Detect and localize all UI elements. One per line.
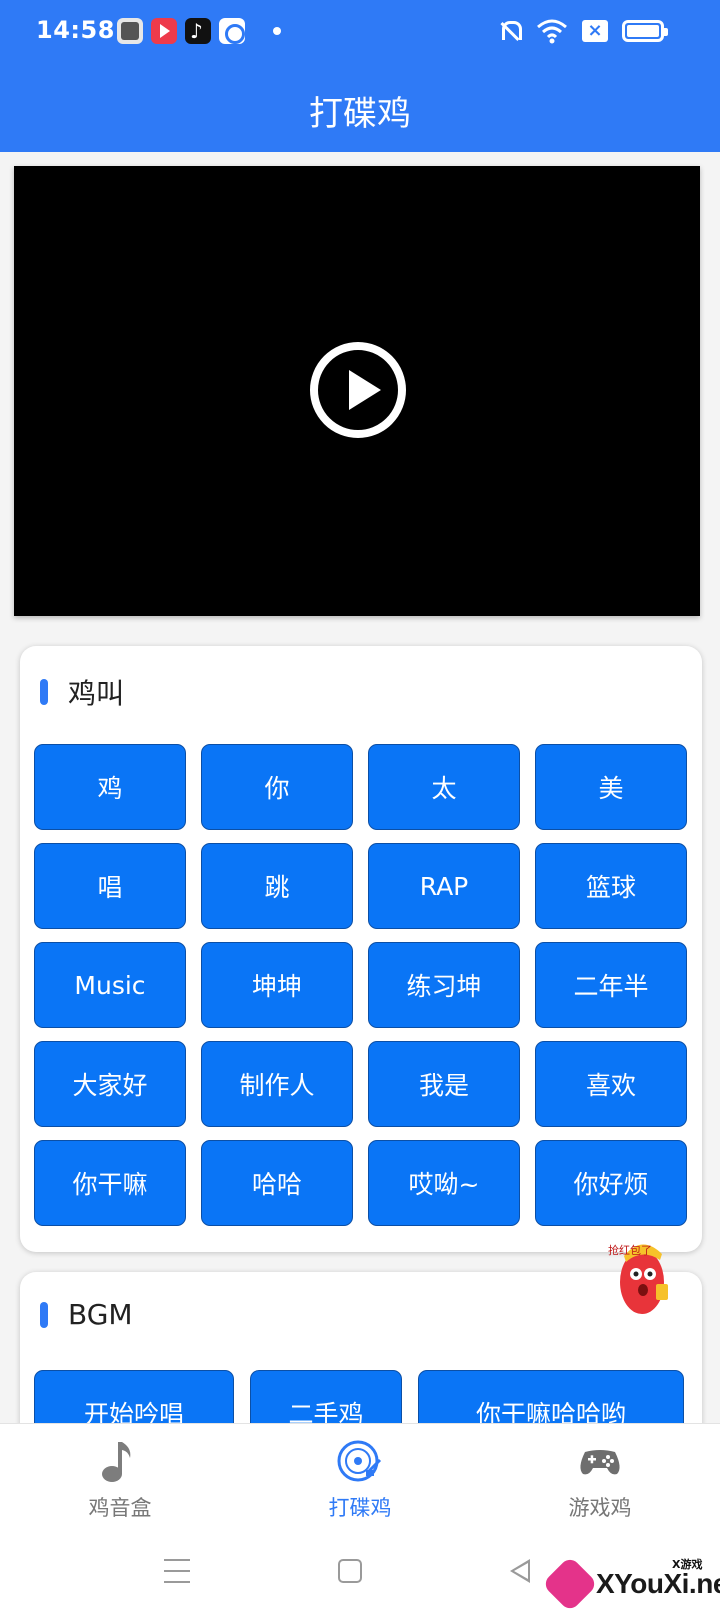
sound-button[interactable]: 美 xyxy=(535,744,687,830)
nav-item-dj-chicken[interactable]: 打碟鸡 xyxy=(260,1438,460,1522)
sound-button-grid: 鸡 你 太 美 唱 跳 RAP 篮球 Music 坤坤 练习坤 二年半 大家好 … xyxy=(34,744,687,1226)
battery-icon xyxy=(622,20,668,42)
gamepad-icon xyxy=(580,1450,620,1475)
sound-button[interactable]: 练习坤 xyxy=(368,942,520,1028)
video-app-icon xyxy=(151,18,177,44)
section-accent-bar xyxy=(40,1301,48,1328)
sound-button[interactable]: 你 xyxy=(201,744,353,830)
section-accent-bar xyxy=(40,679,48,705)
more-notifications-dot xyxy=(273,27,281,35)
back-icon[interactable] xyxy=(510,1559,530,1583)
sound-button[interactable]: 唱 xyxy=(34,843,186,929)
sound-button[interactable]: 鸡 xyxy=(34,744,186,830)
status-bar: 14:58 × xyxy=(0,0,720,66)
nav-item-game-chicken[interactable]: 游戏鸡 xyxy=(500,1438,700,1522)
watermark: X游戏 XYouXi.net xyxy=(541,1555,720,1612)
watermark-logo-icon xyxy=(541,1555,599,1612)
system-indicators: × xyxy=(496,18,668,44)
home-icon[interactable] xyxy=(338,1559,362,1583)
nav-item-music-box[interactable]: 鸡音盒 xyxy=(20,1438,220,1522)
notification-icons xyxy=(117,18,281,44)
wifi-icon xyxy=(537,19,567,44)
mute-bell-icon xyxy=(496,18,522,44)
status-time: 14:58 xyxy=(36,16,115,44)
bottom-nav: 鸡音盒 打碟鸡 游戏鸡 xyxy=(0,1423,720,1533)
badge-text: 抢红包了 xyxy=(608,1243,652,1257)
tiktok-icon xyxy=(185,18,211,44)
sound-button[interactable]: Music xyxy=(34,942,186,1028)
section-header: BGM xyxy=(40,1298,133,1331)
page-title: 打碟鸡 xyxy=(309,94,411,134)
section-header: 鸡叫 xyxy=(40,672,124,712)
section-title: BGM xyxy=(68,1298,133,1331)
music-note-icon xyxy=(102,1442,131,1482)
sound-button[interactable]: 你干嘛 xyxy=(34,1140,186,1226)
nav-label: 打碟鸡 xyxy=(328,1496,392,1520)
sound-button[interactable]: 哈哈 xyxy=(201,1140,353,1226)
watermark-text: XYouXi.net xyxy=(596,1568,720,1599)
sound-button[interactable]: 篮球 xyxy=(535,843,687,929)
sound-button[interactable]: 我是 xyxy=(368,1041,520,1127)
sound-button[interactable]: 哎呦~ xyxy=(368,1140,520,1226)
sound-button[interactable]: 太 xyxy=(368,744,520,830)
app-bar: 打碟鸡 xyxy=(0,66,720,152)
photo-app-icon xyxy=(117,18,143,44)
red-envelope-mascot-icon[interactable]: 抢红包了 xyxy=(606,1230,672,1320)
play-icon[interactable] xyxy=(310,342,406,438)
sound-button[interactable]: 跳 xyxy=(201,843,353,929)
sim-x-icon: × xyxy=(582,20,608,42)
sound-button[interactable]: 坤坤 xyxy=(201,942,353,1028)
disc-icon xyxy=(337,1440,382,1482)
sound-button[interactable]: 喜欢 xyxy=(535,1041,687,1127)
menu-icon[interactable] xyxy=(164,1559,190,1592)
nav-label: 鸡音盒 xyxy=(88,1496,152,1520)
sound-button[interactable]: 你好烦 xyxy=(535,1140,687,1226)
baidu-icon xyxy=(219,18,245,44)
chicken-calls-card: 鸡叫 鸡 你 太 美 唱 跳 RAP 篮球 Music 坤坤 练习坤 二年半 大… xyxy=(20,646,702,1252)
nav-label: 游戏鸡 xyxy=(568,1496,632,1520)
video-player[interactable] xyxy=(14,166,700,616)
sound-button[interactable]: 二年半 xyxy=(535,942,687,1028)
sound-button[interactable]: 制作人 xyxy=(201,1041,353,1127)
section-title: 鸡叫 xyxy=(68,677,125,710)
sound-button[interactable]: RAP xyxy=(368,843,520,929)
sound-button[interactable]: 大家好 xyxy=(34,1041,186,1127)
